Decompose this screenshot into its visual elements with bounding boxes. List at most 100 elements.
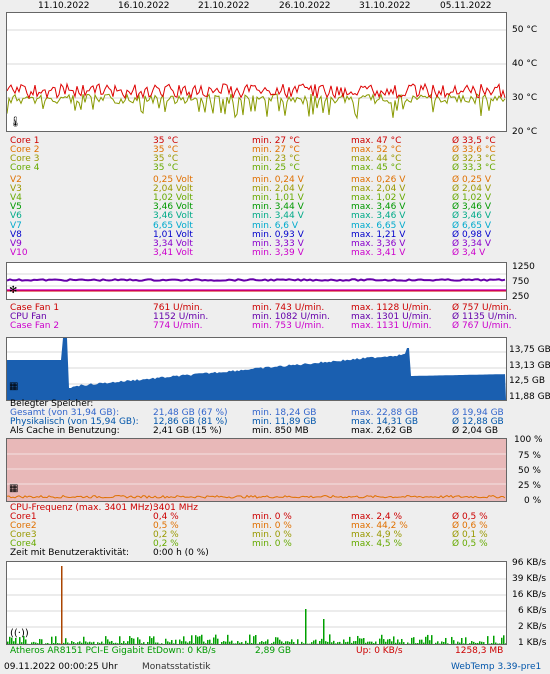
net-bar bbox=[389, 638, 391, 644]
net-bar bbox=[57, 643, 59, 644]
net-bar bbox=[293, 642, 295, 644]
net-bar bbox=[413, 637, 415, 644]
net-bar bbox=[237, 641, 239, 644]
cpu-graph: ▦ bbox=[6, 438, 507, 502]
net-bar bbox=[333, 640, 335, 644]
net-bar bbox=[475, 642, 477, 644]
net-bar bbox=[239, 642, 241, 644]
net-bar bbox=[261, 641, 263, 644]
activity-row: Zeit mit Benutzeraktivität: 0:00 h (0 %) bbox=[0, 548, 550, 558]
net-bar bbox=[325, 641, 327, 644]
network-icon: ((·)) bbox=[10, 628, 29, 639]
net-bar bbox=[179, 639, 181, 644]
net-bar bbox=[441, 641, 443, 644]
net-bar bbox=[477, 642, 479, 644]
net-bar bbox=[361, 638, 363, 644]
net-bar bbox=[471, 641, 473, 644]
net-bar bbox=[101, 641, 103, 644]
net-bar bbox=[93, 641, 95, 644]
net-bar bbox=[115, 642, 117, 644]
net-bar bbox=[289, 641, 291, 644]
net-bar bbox=[229, 641, 231, 644]
net-bar bbox=[21, 642, 23, 644]
net-bar bbox=[313, 640, 315, 644]
net-bar bbox=[381, 634, 383, 644]
date-label: 16.10.2022 bbox=[118, 1, 170, 11]
net-bar bbox=[327, 641, 329, 644]
net-bar bbox=[493, 635, 495, 644]
net-bar bbox=[13, 641, 15, 644]
net-bar bbox=[77, 642, 79, 644]
net-bar bbox=[429, 640, 431, 644]
net-bar bbox=[111, 640, 113, 644]
net-up: Up: 0 KB/s bbox=[356, 646, 403, 656]
net-bar bbox=[107, 639, 109, 644]
net-bar bbox=[85, 641, 87, 644]
network-row: Atheros AR8151 PCI-E Gigabit Et Down: 0 … bbox=[0, 646, 550, 656]
mem-min: min. 850 MB bbox=[252, 426, 309, 436]
net-bar bbox=[105, 636, 107, 644]
net-bar bbox=[379, 638, 381, 644]
net-bar bbox=[151, 638, 153, 644]
net-bar bbox=[285, 641, 287, 644]
net-bar bbox=[463, 643, 465, 644]
temp-min: min. 25 °C bbox=[252, 163, 300, 173]
net-bar bbox=[277, 637, 279, 644]
fan-axis-label: 750 bbox=[512, 277, 530, 287]
webtemp-version-link[interactable]: WebTemp 3.39-pre1 bbox=[451, 662, 541, 672]
net-down: Down: 0 KB/s bbox=[156, 646, 216, 656]
net-bar bbox=[391, 641, 393, 644]
net-bar bbox=[155, 642, 157, 644]
net-bar bbox=[139, 639, 141, 644]
net-bar bbox=[357, 635, 359, 644]
date-label: 11.10.2022 bbox=[38, 1, 90, 11]
memory-graph: ▦ bbox=[6, 337, 507, 401]
net-bar bbox=[209, 639, 211, 644]
net-bar bbox=[63, 642, 65, 644]
net-bar bbox=[359, 638, 361, 644]
net-bar bbox=[457, 641, 459, 644]
net-bar bbox=[371, 641, 373, 644]
monatsstatistik-link[interactable]: Monatsstatistik bbox=[142, 662, 210, 672]
net-bar bbox=[311, 642, 313, 644]
net-bar bbox=[31, 642, 33, 644]
mem-axis-label: 12,5 GB bbox=[509, 376, 546, 386]
net-bar bbox=[291, 639, 293, 644]
net-bar bbox=[483, 642, 485, 644]
net-bar bbox=[137, 637, 139, 644]
net-bar bbox=[127, 641, 129, 644]
temp-max: max. 45 °C bbox=[351, 163, 402, 173]
net-bar bbox=[123, 641, 125, 644]
net-bar bbox=[71, 641, 73, 644]
net-axis-label: 6 KB/s bbox=[518, 606, 547, 616]
net-bar bbox=[35, 642, 37, 644]
net-bar bbox=[305, 609, 307, 644]
net-axis-label: 39 KB/s bbox=[512, 574, 547, 584]
net-bar bbox=[81, 642, 83, 644]
net-bar bbox=[487, 636, 489, 644]
net-bar bbox=[321, 638, 323, 644]
net-bar bbox=[41, 639, 43, 644]
net-bar bbox=[191, 635, 193, 644]
activity-label: Zeit mit Benutzeraktivität: bbox=[10, 548, 130, 558]
net-bar bbox=[447, 643, 449, 644]
net-bar bbox=[479, 641, 481, 644]
net-bar bbox=[331, 642, 333, 644]
net-bar bbox=[167, 641, 169, 644]
net-bar bbox=[501, 637, 503, 644]
net-bar bbox=[51, 636, 53, 644]
net-bar bbox=[61, 566, 63, 644]
fan-label: Case Fan 2 bbox=[10, 321, 60, 331]
net-bar bbox=[303, 643, 305, 644]
net-bar bbox=[131, 637, 133, 644]
cpu-axis-label: 50 % bbox=[518, 466, 541, 476]
net-bar bbox=[73, 642, 75, 644]
net-bar bbox=[453, 640, 455, 644]
net-bar bbox=[143, 642, 145, 644]
net-bar bbox=[251, 643, 253, 644]
net-bar bbox=[401, 638, 403, 644]
net-bar bbox=[417, 643, 419, 644]
net-bar bbox=[491, 643, 493, 644]
net-bar bbox=[247, 642, 249, 644]
net-bar bbox=[385, 641, 387, 644]
